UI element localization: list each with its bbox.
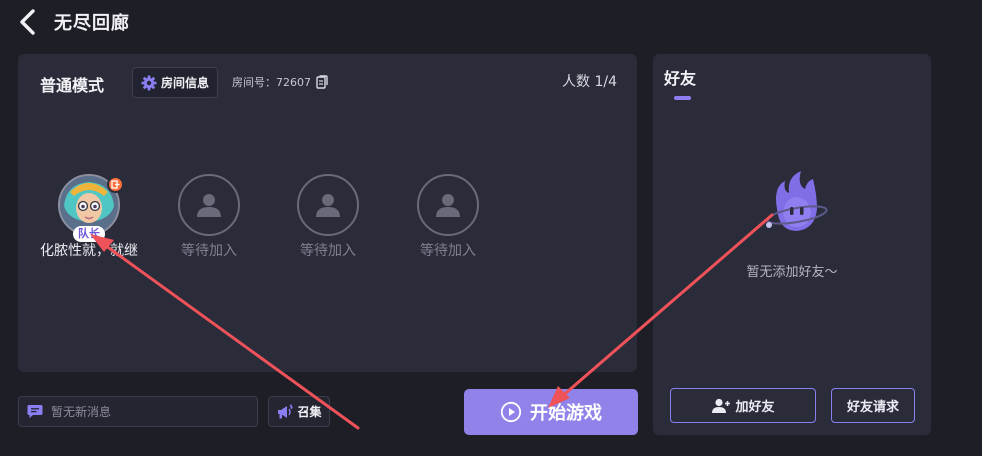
empty-slot-circle [178,174,240,236]
empty-friends-text: 暂无添加好友～ [746,265,838,280]
top-bar: 无尽回廊 [0,0,982,44]
add-friend-label: 加好友 [735,400,775,415]
room-panel: 普通模式 房间信息 房间号：72607 人数 1/4 队长 化脓性就，就继 等待… [18,54,637,372]
player-slot-host[interactable]: 队长 化脓性就，就继 [34,174,144,260]
summon-label: 召集 [297,405,322,419]
empty-mascot-illustration [766,171,828,231]
room-info-label: 房间信息 [160,76,209,90]
friends-panel: 好友 暂无添加好友～ 加好友 好友请求 [653,54,931,435]
waiting-label: 等待加入 [420,243,476,259]
exit-room-icon[interactable] [107,176,124,193]
megaphone-icon [278,404,294,418]
player-slot-empty[interactable]: 等待加入 [393,174,503,260]
gear-icon [141,75,157,90]
room-number: 房间号：72607 [232,74,328,90]
friend-request-button[interactable]: 好友请求 [831,388,915,423]
room-info-button[interactable]: 房间信息 [132,67,218,98]
tab-indicator [674,96,691,100]
message-box[interactable]: 暂无新消息 [18,396,258,427]
start-game-button[interactable]: 开始游戏 [464,389,638,435]
add-friend-button[interactable]: 加好友 [670,388,816,423]
chat-bubble-icon [27,405,43,418]
waiting-label: 等待加入 [181,243,237,259]
room-number-label: 房间号：72607 [232,76,311,89]
chevron-left-icon [20,9,35,35]
page-title: 无尽回廊 [54,13,130,34]
captain-badge: 队长 [73,226,105,242]
waiting-label: 等待加入 [300,243,356,259]
host-player-name: 化脓性就，就继 [40,243,138,259]
copy-icon[interactable] [316,75,328,89]
mode-title: 普通模式 [40,76,105,95]
empty-slot-circle [417,174,479,236]
user-placeholder-icon [197,194,221,217]
start-game-label: 开始游戏 [530,403,602,424]
friends-title: 好友 [664,69,697,88]
user-placeholder-icon [436,194,460,217]
summon-button[interactable]: 召集 [268,396,330,427]
add-user-icon [712,398,731,413]
player-slot-empty[interactable]: 等待加入 [273,174,383,260]
play-circle-icon [500,401,522,423]
empty-slot-circle [297,174,359,236]
message-placeholder: 暂无新消息 [51,405,112,419]
avatar: 队长 [58,174,124,242]
player-slot-empty[interactable]: 等待加入 [154,174,264,260]
user-placeholder-icon [316,194,340,217]
friend-request-label: 好友请求 [846,400,899,415]
people-count: 人数 1/4 [562,74,617,90]
back-button[interactable] [16,8,40,36]
